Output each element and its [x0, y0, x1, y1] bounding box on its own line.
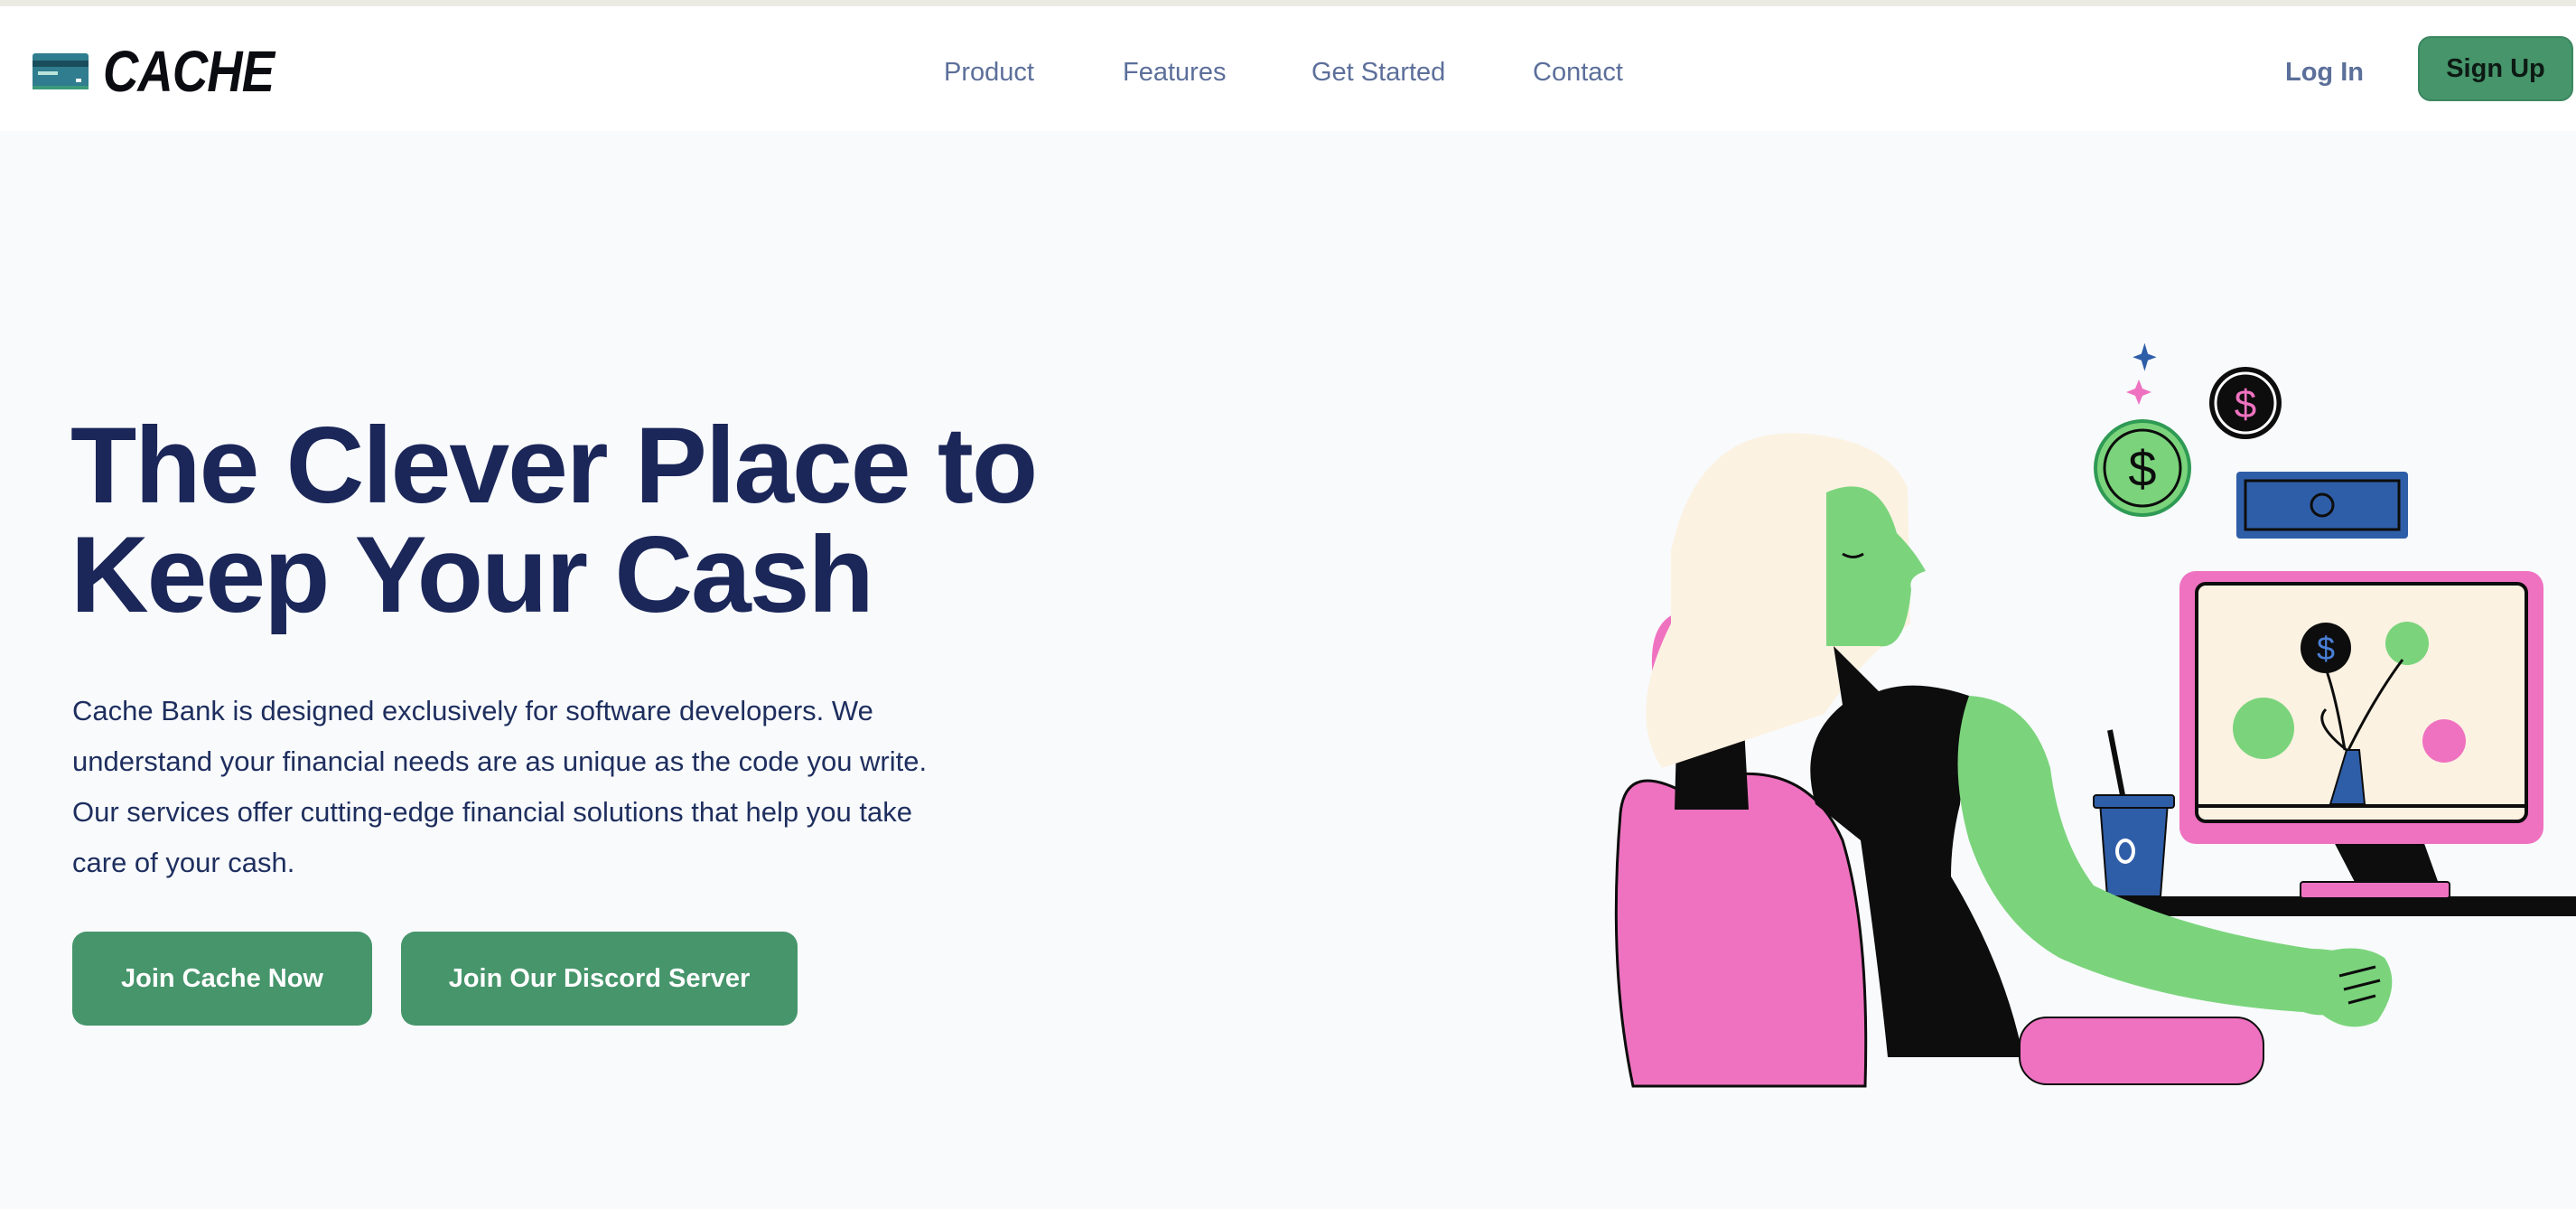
login-link[interactable]: Log In [2285, 54, 2364, 90]
main-nav: Product Features Get Started Contact [0, 54, 2576, 90]
top-border [0, 0, 2576, 6]
site-header: CACHE Product Features Get Started Conta… [0, 6, 2576, 131]
join-cache-button[interactable]: Join Cache Now [72, 932, 372, 1026]
hero-title: The Clever Place to Keep Your Cash [70, 405, 1038, 635]
nav-link-contact[interactable]: Contact [1533, 54, 1623, 90]
hero-description-line: understand your financial needs are as u… [72, 745, 928, 777]
svg-text:$: $ [2128, 440, 2156, 497]
hero-description-line: care of your cash. [72, 847, 295, 878]
nav-link-features[interactable]: Features [1123, 54, 1226, 90]
hero-title-line: The Clever Place to [70, 405, 1038, 526]
signup-button[interactable]: Sign Up [2418, 36, 2573, 101]
hero-description: Cache Bank is designed exclusively for s… [72, 686, 1012, 888]
hero-description-line: Cache Bank is designed exclusively for s… [72, 695, 873, 726]
hero-illustration: $ $ $ [1614, 342, 2576, 1088]
svg-text:$: $ [2317, 630, 2335, 667]
nav-link-get-started[interactable]: Get Started [1311, 54, 1445, 90]
nav-link-product[interactable]: Product [944, 54, 1034, 90]
hero-description-line: Our services offer cutting-edge financia… [72, 796, 912, 828]
svg-text:$: $ [2235, 382, 2256, 426]
hero-title-line: Keep Your Cash [70, 514, 874, 635]
join-discord-button[interactable]: Join Our Discord Server [401, 932, 798, 1026]
